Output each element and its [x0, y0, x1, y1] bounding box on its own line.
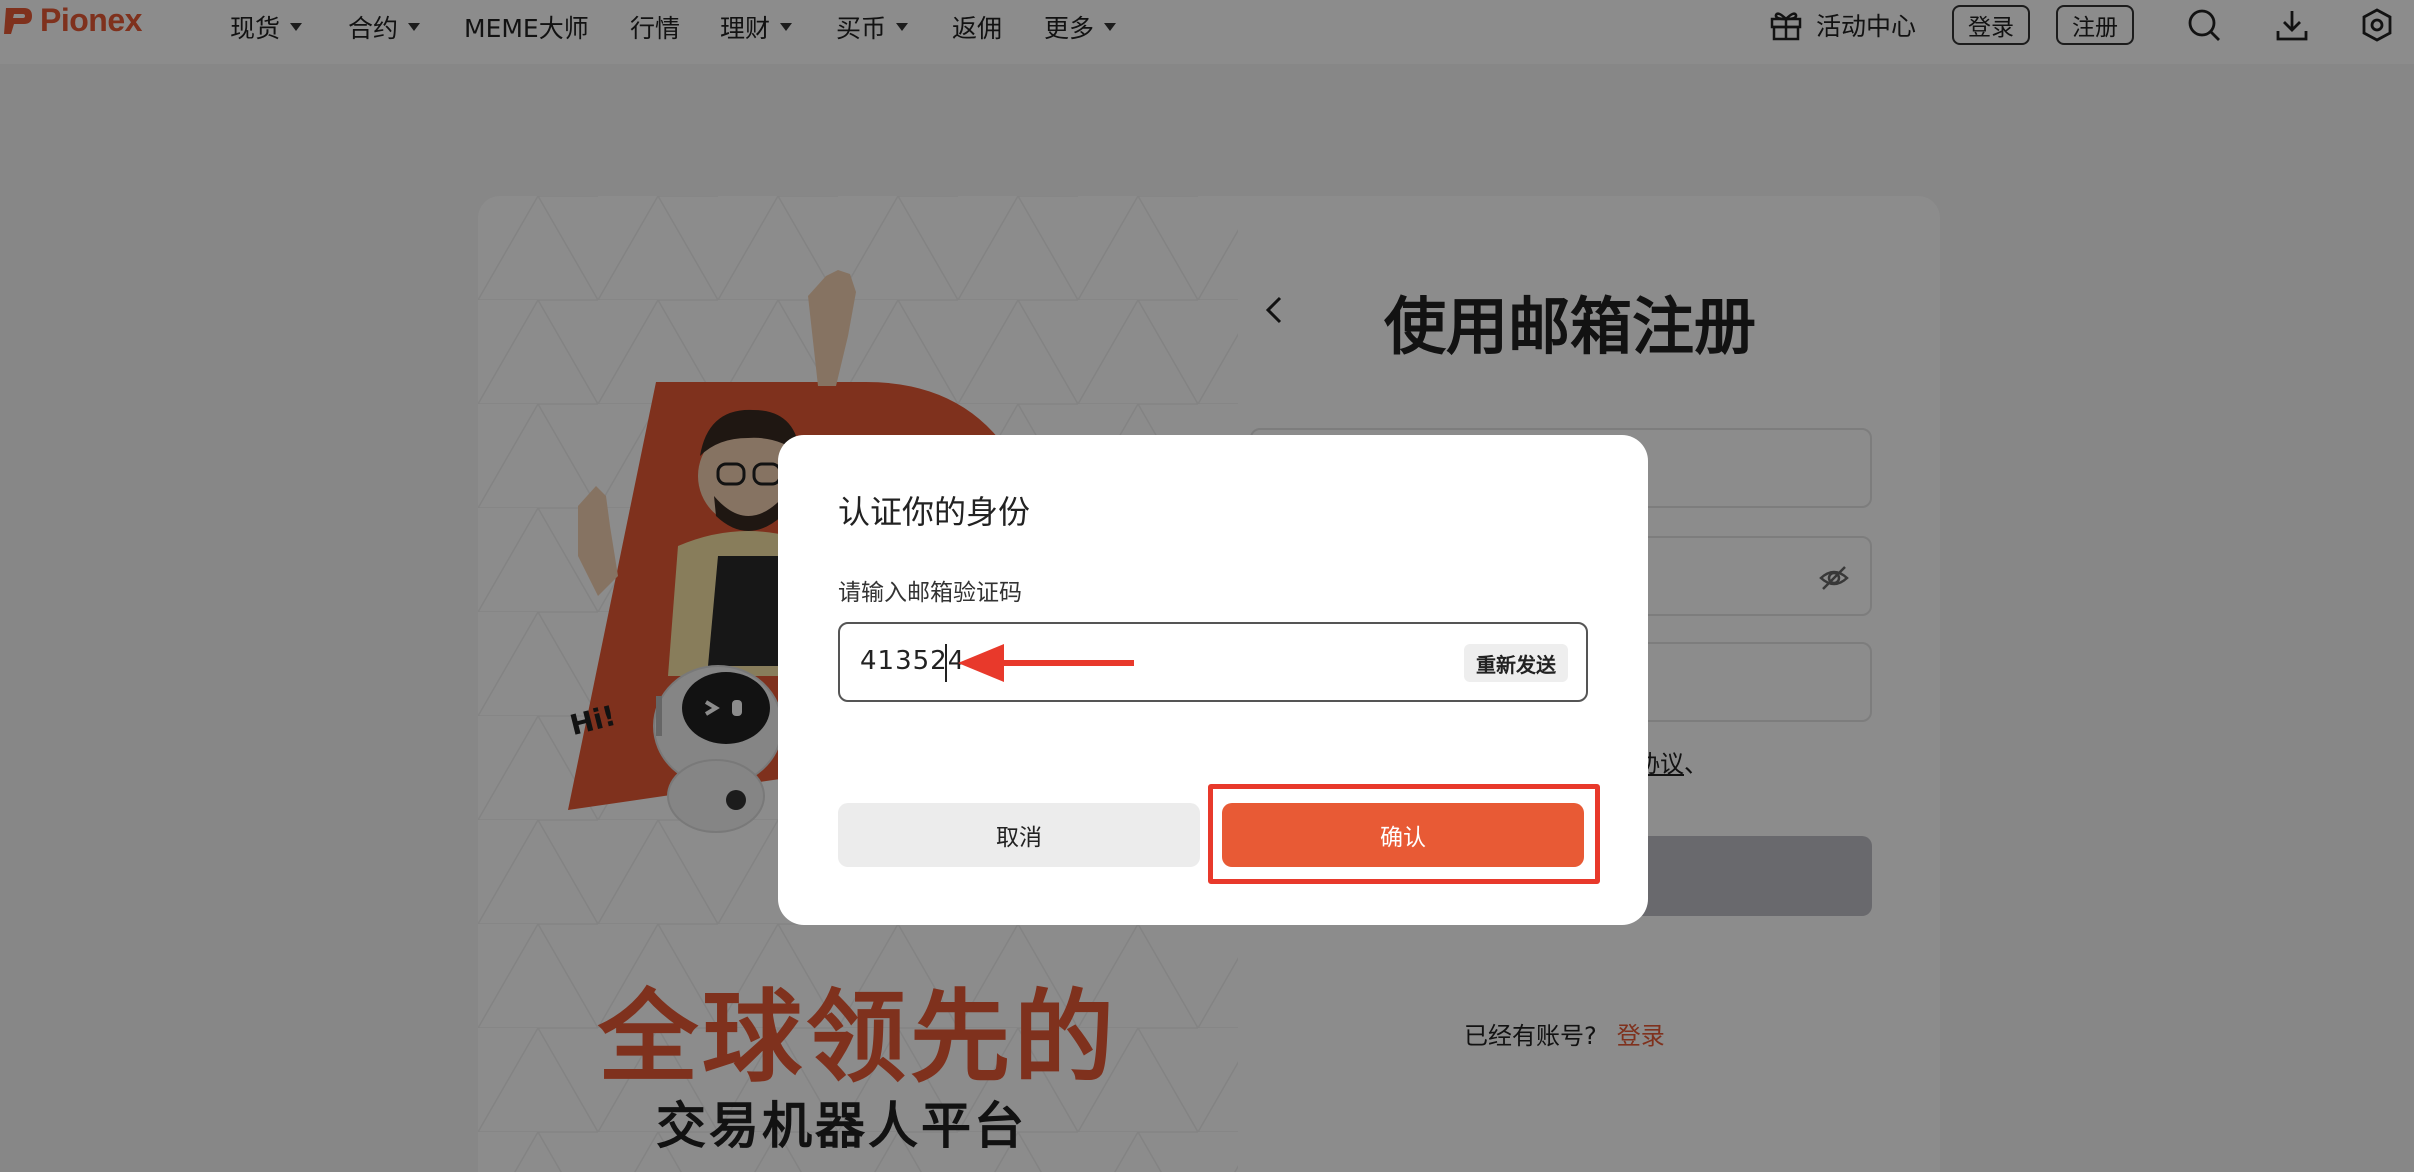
code-label: 请输入邮箱验证码	[838, 580, 1022, 606]
verification-code-value: 413524	[860, 646, 966, 676]
confirm-highlight-annotation	[1208, 784, 1600, 884]
cancel-button[interactable]: 取消	[838, 803, 1200, 867]
resend-button[interactable]: 重新发送	[1464, 644, 1568, 682]
dialog-title: 认证你的身份	[838, 493, 1031, 531]
verification-code-input[interactable]: 413524 重新发送	[838, 622, 1588, 702]
red-arrow-annotation	[958, 644, 1134, 682]
text-cursor	[945, 644, 947, 682]
